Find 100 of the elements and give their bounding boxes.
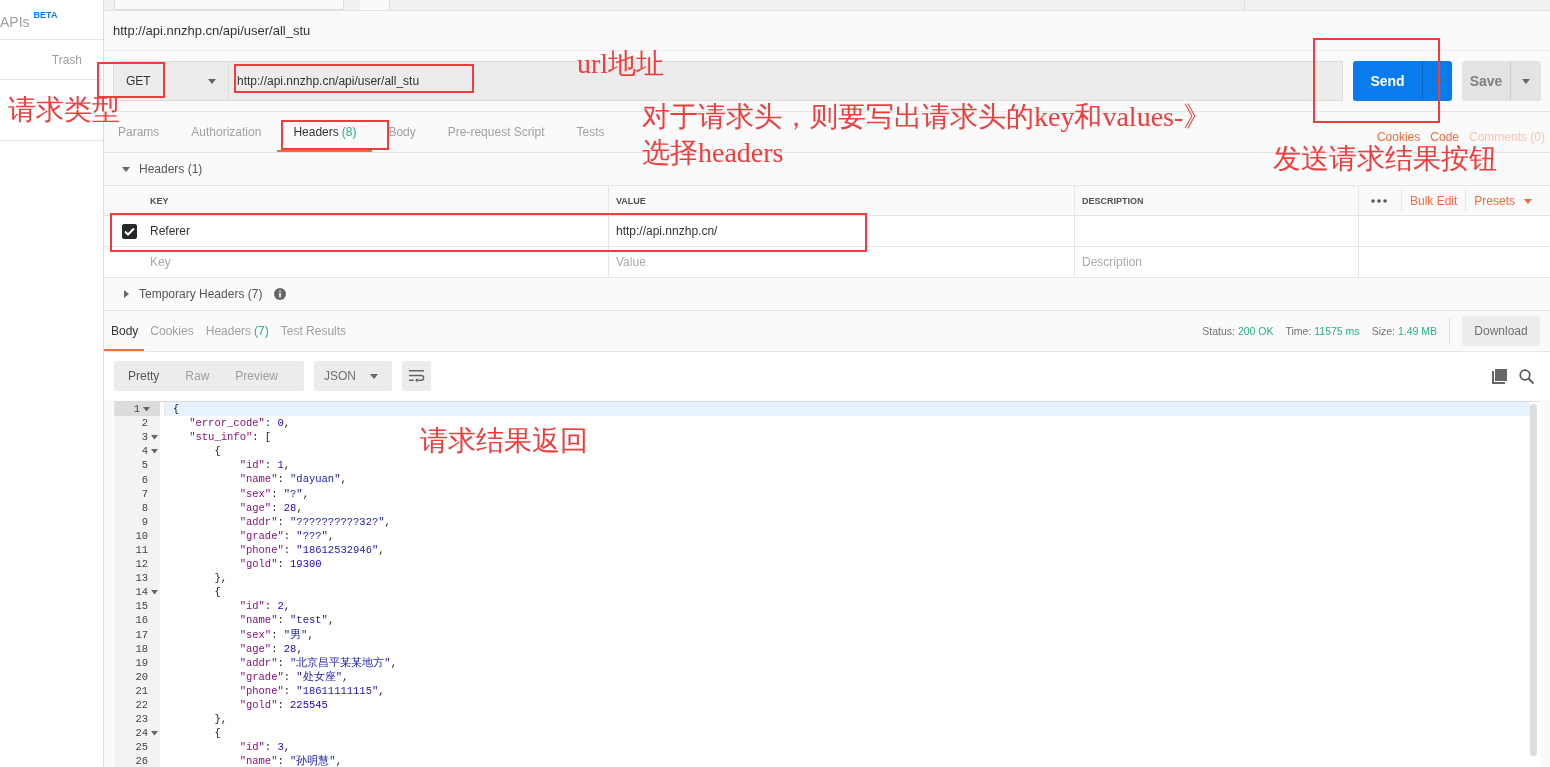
save-menu-button[interactable] — [1510, 61, 1541, 101]
code-line: "id": 1, — [238, 458, 291, 473]
line-number: 11 — [135, 543, 148, 557]
view-mode-tab[interactable]: Raw — [185, 369, 210, 383]
code-line: "gold": 225545 — [238, 697, 328, 713]
code-line: "phone": "18611111115", — [238, 683, 385, 698]
tab[interactable]: Pre-request Script — [431, 112, 561, 152]
code-line: "id": 3, — [238, 740, 291, 755]
line-number: 7 — [141, 486, 148, 501]
tab[interactable]: Body — [104, 311, 145, 351]
tab[interactable]: Headers (7) — [199, 311, 275, 351]
table-cell: Referer — [150, 224, 190, 238]
input-field[interactable]: Key — [150, 255, 586, 269]
line-number: 6 — [141, 472, 148, 487]
line-number: 23 — [135, 712, 148, 727]
download-button[interactable]: Download — [1462, 316, 1540, 346]
code-line: "age": 28, — [238, 500, 303, 515]
line-number: 18 — [135, 641, 148, 656]
highlight-frame — [97, 62, 165, 98]
table-cell: http://api.nnzhp.cn/ — [616, 224, 718, 238]
column-header: VALUE — [609, 186, 1075, 215]
line-number: 9 — [141, 514, 148, 529]
section-title: Temporary Headers (7) — [139, 287, 263, 301]
save-button[interactable]: Save — [1462, 61, 1510, 101]
code-line: "phone": "18612532946", — [238, 542, 385, 558]
code-line: { — [213, 444, 221, 459]
link[interactable]: Code — [1430, 130, 1459, 144]
line-number: 17 — [135, 627, 148, 642]
code-line: "grade": "处女座", — [238, 669, 349, 684]
annotation-text: 发送请求结果按钮 — [1273, 142, 1497, 176]
code-line: "addr": "北京昌平某某地方", — [238, 655, 397, 670]
wrap-lines-icon — [408, 369, 425, 383]
apis-link[interactable]: APIs — [0, 14, 30, 30]
line-number: 16 — [135, 613, 148, 628]
check-icon — [124, 226, 135, 236]
request-title: http://api.nnzhp.cn/api/user/all_stu — [113, 23, 311, 38]
caret-icon — [208, 77, 216, 85]
section-title: Headers (1) — [139, 162, 203, 176]
code-line: { — [213, 726, 221, 741]
more-icon — [1371, 198, 1387, 203]
checkbox[interactable] — [122, 223, 137, 239]
send-menu-button[interactable] — [1422, 61, 1452, 101]
line-number: 13 — [135, 571, 148, 586]
trash-link[interactable]: Trash — [51, 52, 82, 67]
caret-icon — [370, 372, 378, 380]
code-line: }, — [213, 712, 227, 727]
code-line: "addr": "??????????32?", — [238, 514, 391, 529]
section-toggle[interactable]: Headers (1) — [122, 162, 203, 176]
scrollbar[interactable] — [1530, 404, 1537, 756]
caret-icon — [1433, 77, 1442, 85]
tab[interactable]: Authorization — [175, 112, 278, 152]
line-number: 12 — [135, 557, 148, 572]
input-field[interactable]: Value — [616, 255, 1052, 269]
code-line: "name": "dayuan", — [238, 472, 347, 487]
line-number: 5 — [141, 458, 148, 473]
tab[interactable]: Test Results — [274, 311, 353, 351]
code-line: "id": 2, — [238, 599, 291, 614]
line-number: 25 — [135, 740, 148, 755]
line-number: 26 — [135, 754, 148, 767]
tab[interactable]: Headers (8) — [277, 112, 373, 152]
line-number: 8 — [141, 500, 148, 515]
line-number: 10 — [135, 528, 148, 543]
annotation-text: 请求结果返回 — [420, 424, 588, 458]
search-icon — [1519, 368, 1534, 384]
column-header: KEY — [143, 186, 609, 215]
section-toggle[interactable]: Temporary Headers (7) — [122, 287, 287, 301]
status-text: Status: 200 OK — [1202, 325, 1274, 337]
input-field[interactable]: Description — [1082, 255, 1345, 269]
line-number: 19 — [135, 655, 148, 670]
new-tab-button[interactable] — [360, 0, 390, 10]
action-link[interactable]: Bulk Edit — [1401, 189, 1466, 212]
caret-icon — [1522, 77, 1530, 85]
code-line: "stu_info": [ — [188, 430, 272, 445]
beta-label: BETA — [33, 10, 58, 20]
status-text: Size: 1.49 MB — [1371, 325, 1437, 337]
link[interactable]: Cookies — [1376, 130, 1421, 144]
line-number: 14 — [135, 585, 148, 600]
column-header: DESCRIPTION — [1075, 186, 1359, 215]
line-number: 3 — [141, 430, 148, 445]
tab[interactable]: Cookies — [144, 311, 200, 351]
request-tab[interactable] — [114, 0, 344, 10]
format-dropdown[interactable]: JSON — [314, 361, 392, 391]
line-number: 4 — [141, 444, 148, 459]
status-text: Time: 11575 ms — [1285, 325, 1360, 337]
send-button[interactable]: Send — [1353, 61, 1422, 101]
line-number: 22 — [135, 698, 148, 712]
line-number: 15 — [135, 599, 148, 614]
code-line: "age": 28, — [238, 641, 303, 656]
line-number: 21 — [135, 683, 148, 698]
tab[interactable]: Tests — [560, 112, 621, 152]
code-line: "error_code": 0, — [188, 416, 291, 431]
code-line: { — [213, 585, 221, 600]
copy-icon — [1492, 368, 1507, 384]
line-number: 2 — [141, 416, 148, 431]
view-mode-tab[interactable]: Preview — [235, 369, 279, 383]
line-number: 1 — [133, 402, 140, 417]
tab[interactable]: Body — [372, 112, 432, 152]
view-mode-tab[interactable]: Pretty — [128, 369, 160, 383]
annotation-text: 对于请求头，则要写出请求头的key和values-》选择headers — [642, 100, 1213, 170]
wrap-button[interactable] — [402, 361, 431, 391]
